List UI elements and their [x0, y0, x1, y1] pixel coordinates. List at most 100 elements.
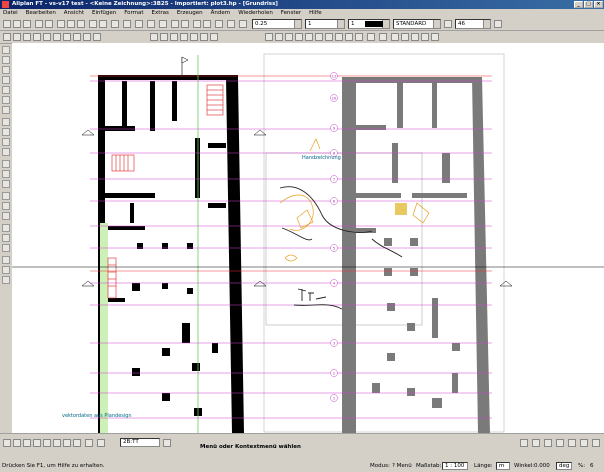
fill-icon[interactable]: [275, 33, 283, 41]
text-icon[interactable]: [53, 33, 61, 41]
tool-properties-icon[interactable]: [2, 276, 10, 284]
redo-icon[interactable]: [123, 20, 131, 28]
undo-icon[interactable]: [111, 20, 119, 28]
tool-array-icon[interactable]: [2, 180, 10, 188]
rotate-icon[interactable]: [170, 33, 178, 41]
tool-trim-icon[interactable]: [2, 128, 10, 136]
drawing-canvas[interactable]: 11 10 9 8 7 6 5 4 3 2 1 Handzeichnung ve…: [12, 43, 604, 433]
display-icon[interactable]: [532, 439, 540, 447]
tool-symbol-icon[interactable]: [2, 224, 10, 232]
plot-icon[interactable]: [421, 33, 429, 41]
tool-mirror-icon[interactable]: [2, 160, 10, 168]
move-icon[interactable]: [160, 33, 168, 41]
menu-ansicht[interactable]: Ansicht: [61, 9, 87, 18]
save-icon[interactable]: [35, 20, 43, 28]
zoom-window-icon[interactable]: [13, 439, 21, 447]
snap-toggle-icon[interactable]: [580, 439, 588, 447]
layer-select[interactable]: STANDARD: [393, 19, 441, 29]
color-fill-icon[interactable]: [295, 33, 303, 41]
pen-thickness-select[interactable]: 0.25: [252, 19, 302, 29]
rectangle-icon[interactable]: [23, 33, 31, 41]
find-icon[interactable]: [99, 20, 107, 28]
angle-unit-field[interactable]: deg: [556, 462, 572, 470]
tool-circle-icon[interactable]: [2, 86, 10, 94]
pointer-icon[interactable]: [159, 20, 167, 28]
menu-erzeugen[interactable]: Erzeugen: [174, 9, 206, 18]
pan-left-icon[interactable]: [43, 439, 51, 447]
red-pen-icon[interactable]: [305, 33, 313, 41]
arc-icon[interactable]: [43, 33, 51, 41]
reference-icon[interactable]: [411, 33, 419, 41]
settings-icon[interactable]: [239, 20, 247, 28]
tool-offset-icon[interactable]: [2, 118, 10, 126]
view-next-icon[interactable]: [97, 439, 105, 447]
tool-line-icon[interactable]: [2, 56, 10, 64]
open-icon[interactable]: [13, 20, 21, 28]
laenge-field[interactable]: m: [496, 462, 510, 470]
tool-text-icon[interactable]: [2, 202, 10, 210]
layer-icon[interactable]: [147, 20, 155, 28]
pattern-icon[interactable]: [285, 33, 293, 41]
check-icon[interactable]: [93, 33, 101, 41]
copy-icon[interactable]: [67, 20, 75, 28]
layers-icon[interactable]: [401, 33, 409, 41]
maximize-button[interactable]: □: [584, 1, 593, 8]
zoom-field[interactable]: 2B:TT: [120, 438, 160, 447]
animation-icon[interactable]: [215, 20, 223, 28]
tool-spline-icon[interactable]: [2, 96, 10, 104]
menu-datei[interactable]: Datei: [0, 9, 21, 18]
measure-icon[interactable]: [73, 33, 81, 41]
pan-right-icon[interactable]: [53, 439, 61, 447]
zoom-in-icon[interactable]: [23, 439, 31, 447]
pan-down-icon[interactable]: [73, 439, 81, 447]
layer-toggle-icon[interactable]: [544, 439, 552, 447]
delete-icon[interactable]: [89, 20, 97, 28]
minimize-button[interactable]: _: [574, 1, 583, 8]
close-button[interactable]: ×: [594, 1, 603, 8]
app-icon[interactable]: [2, 1, 9, 8]
print-icon[interactable]: [45, 20, 53, 28]
menu-einfuegen[interactable]: Einfügen: [89, 9, 119, 18]
hatch-icon[interactable]: [265, 33, 273, 41]
menu-hilfe[interactable]: Hilfe: [306, 9, 325, 18]
arrow-icon[interactable]: [355, 33, 363, 41]
tool-explode-icon[interactable]: [2, 266, 10, 274]
view-icon[interactable]: [171, 20, 179, 28]
grid-icon[interactable]: [193, 20, 201, 28]
export-icon[interactable]: [431, 33, 439, 41]
region-icon[interactable]: [210, 33, 218, 41]
tool-dimension-icon[interactable]: [2, 212, 10, 220]
tool-copy-icon[interactable]: [2, 170, 10, 178]
cube-icon[interactable]: [203, 20, 211, 28]
style-icon[interactable]: [325, 33, 333, 41]
tool-pointer-icon[interactable]: [2, 46, 10, 54]
zoom-all-icon[interactable]: [3, 439, 11, 447]
menu-bearbeiten[interactable]: Bearbeiten: [23, 9, 59, 18]
tool-wall-icon[interactable]: [2, 66, 10, 74]
tool-polygon-icon[interactable]: [2, 106, 10, 114]
floor-plan-drawing[interactable]: 11 10 9 8 7 6 5 4 3 2 1 Handzeichnung ve…: [12, 43, 604, 433]
grid-toggle-icon[interactable]: [556, 439, 564, 447]
zoom-icon[interactable]: [180, 33, 188, 41]
brush-icon[interactable]: [345, 33, 353, 41]
curve-icon[interactable]: [33, 33, 41, 41]
format-icon[interactable]: [335, 33, 343, 41]
copy-format-icon[interactable]: [391, 33, 399, 41]
filter-icon[interactable]: [367, 33, 375, 41]
paste-icon[interactable]: [77, 20, 85, 28]
zoom-out-icon[interactable]: [33, 439, 41, 447]
track-icon[interactable]: [592, 439, 600, 447]
pan-up-icon[interactable]: [63, 439, 71, 447]
ortho-icon[interactable]: [568, 439, 576, 447]
polyline-icon[interactable]: [13, 33, 21, 41]
menu-fenster[interactable]: Fenster: [278, 9, 304, 18]
tool-hatch-icon[interactable]: [2, 192, 10, 200]
marker-icon[interactable]: [315, 33, 323, 41]
layer-settings-icon[interactable]: [444, 20, 452, 28]
menu-aendern[interactable]: Ändern: [208, 9, 234, 18]
tool-extend-icon[interactable]: [2, 138, 10, 146]
properties-icon[interactable]: [494, 20, 502, 28]
quick-view-icon[interactable]: [520, 439, 528, 447]
tool-macro-icon[interactable]: [2, 244, 10, 252]
snap-icon[interactable]: [379, 33, 387, 41]
